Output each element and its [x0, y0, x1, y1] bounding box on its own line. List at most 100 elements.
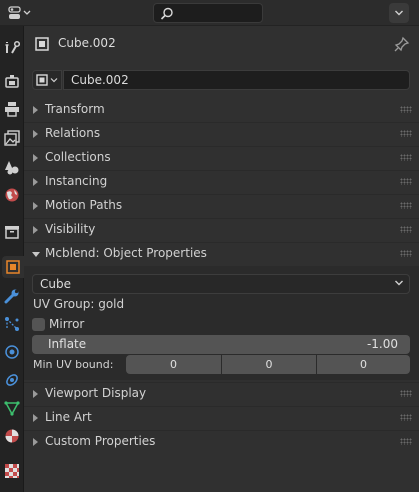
inflate-label: Inflate: [48, 337, 87, 351]
drag-grip-icon[interactable]: [400, 106, 412, 113]
properties-editor-icon: [8, 6, 31, 19]
panel-mcblend-object-properties[interactable]: Mcblend: Object Properties: [24, 242, 419, 266]
inflate-slider[interactable]: Inflate -1.00: [32, 335, 410, 354]
min-uv-x-field[interactable]: 0: [126, 355, 221, 374]
panel-collections[interactable]: Collections: [24, 146, 419, 170]
scene-tab[interactable]: [1, 156, 23, 178]
min-uv-z-field[interactable]: 0: [317, 355, 410, 374]
chevron-right-icon: [33, 390, 38, 398]
panel-label: Transform: [45, 102, 105, 116]
panel-visibility[interactable]: Visibility: [24, 218, 419, 242]
panel-label: Line Art: [45, 410, 92, 424]
drag-grip-icon[interactable]: [400, 438, 412, 445]
drag-grip-icon[interactable]: [400, 202, 412, 209]
collection-box-icon: [5, 226, 19, 239]
chevron-right-icon: [33, 106, 38, 114]
inflate-value: -1.00: [366, 337, 398, 351]
panel-motion-paths[interactable]: Motion Paths: [24, 194, 419, 218]
image-stack-icon: [4, 130, 20, 146]
object-context-name: Cube.002: [58, 36, 116, 50]
drag-grip-icon[interactable]: [400, 250, 412, 257]
chevron-down-icon: [32, 252, 40, 257]
panel-label: Collections: [45, 150, 111, 164]
panel-label: Visibility: [45, 222, 96, 236]
chevron-right-icon: [33, 226, 38, 234]
mirror-checkbox[interactable]: [32, 318, 45, 331]
panel-label: Motion Paths: [45, 198, 123, 212]
panel-transform[interactable]: Transform: [24, 98, 419, 122]
panel-label: Relations: [45, 126, 101, 140]
render-tab[interactable]: [1, 70, 23, 92]
chevron-down-icon: [50, 78, 58, 83]
collection-tab[interactable]: [1, 221, 23, 243]
texture-tab[interactable]: [1, 460, 23, 482]
options-dropdown-button[interactable]: [389, 3, 409, 23]
checker-texture-icon: [5, 464, 19, 478]
object-square-icon: [35, 37, 49, 51]
panel-label: Mcblend: Object Properties: [45, 246, 207, 260]
chevron-right-icon: [33, 130, 38, 138]
printer-icon: [5, 102, 19, 117]
object-properties-panel: Cube.002 Cube.002 Transform Relations Co…: [24, 26, 419, 492]
object-square-icon: [36, 74, 48, 86]
constraint-icon: [6, 374, 18, 386]
panel-relations[interactable]: Relations: [24, 122, 419, 146]
properties-header: [0, 0, 419, 26]
panel-viewport-display[interactable]: Viewport Display: [24, 382, 419, 406]
panel-custom-properties[interactable]: Custom Properties: [24, 430, 419, 454]
object-square-icon: [6, 260, 20, 274]
min-uv-bound-label: Min UV bound:: [33, 358, 114, 371]
panel-label: Custom Properties: [45, 434, 156, 448]
physics-tab[interactable]: [1, 341, 23, 363]
chevron-right-icon: [33, 414, 38, 422]
uv-group-label: UV Group: gold: [33, 297, 125, 311]
material-tab[interactable]: [1, 425, 23, 447]
chevron-right-icon: [33, 202, 38, 210]
object-name-row: Cube.002: [32, 70, 410, 90]
drag-grip-icon[interactable]: [400, 226, 412, 233]
pin-icon[interactable]: [394, 36, 410, 52]
mesh-triangle-icon: [4, 401, 20, 416]
chevron-down-icon: [395, 280, 403, 286]
drag-grip-icon[interactable]: [400, 414, 412, 421]
particles-icon: [5, 317, 19, 331]
mesh-type-value: Cube: [40, 277, 71, 291]
camera-back-icon: [5, 75, 19, 88]
physics-orbit-icon: [5, 345, 19, 359]
output-tab[interactable]: [1, 98, 23, 120]
world-globe-icon: [5, 188, 19, 202]
mirror-label[interactable]: Mirror: [49, 317, 84, 331]
drag-grip-icon[interactable]: [400, 130, 412, 137]
modifier-tab[interactable]: [1, 285, 23, 307]
world-tab[interactable]: [1, 184, 23, 206]
chevron-right-icon: [33, 178, 38, 186]
data-tab[interactable]: [1, 397, 23, 419]
min-uv-y-field[interactable]: 0: [222, 355, 316, 374]
panel-label: Instancing: [45, 174, 108, 188]
drag-grip-icon[interactable]: [400, 154, 412, 161]
chevron-right-icon: [33, 154, 38, 162]
search-input[interactable]: [153, 3, 263, 23]
view-layer-tab[interactable]: [1, 127, 23, 149]
object-context-header: Cube.002: [24, 26, 419, 62]
tool-tab[interactable]: [1, 36, 23, 58]
chevron-down-icon: [395, 10, 403, 16]
particles-tab[interactable]: [1, 313, 23, 335]
object-browse-button[interactable]: [32, 70, 62, 90]
drag-grip-icon[interactable]: [400, 178, 412, 185]
constraints-tab[interactable]: [1, 369, 23, 391]
mesh-type-dropdown[interactable]: Cube: [32, 274, 410, 294]
chevron-right-icon: [33, 438, 38, 446]
wrench-screwdriver-icon: [5, 40, 20, 54]
scene-cone-sphere-icon: [5, 161, 19, 175]
panel-instancing[interactable]: Instancing: [24, 170, 419, 194]
panel-label: Viewport Display: [45, 386, 147, 400]
wrench-icon: [4, 289, 19, 304]
properties-tab-bar: [0, 26, 24, 492]
editor-type-button[interactable]: [5, 3, 35, 23]
drag-grip-icon[interactable]: [400, 390, 412, 397]
panel-line-art[interactable]: Line Art: [24, 406, 419, 430]
object-tab[interactable]: [2, 256, 24, 278]
material-sphere-icon: [5, 429, 19, 443]
object-name-field[interactable]: Cube.002: [63, 70, 410, 90]
